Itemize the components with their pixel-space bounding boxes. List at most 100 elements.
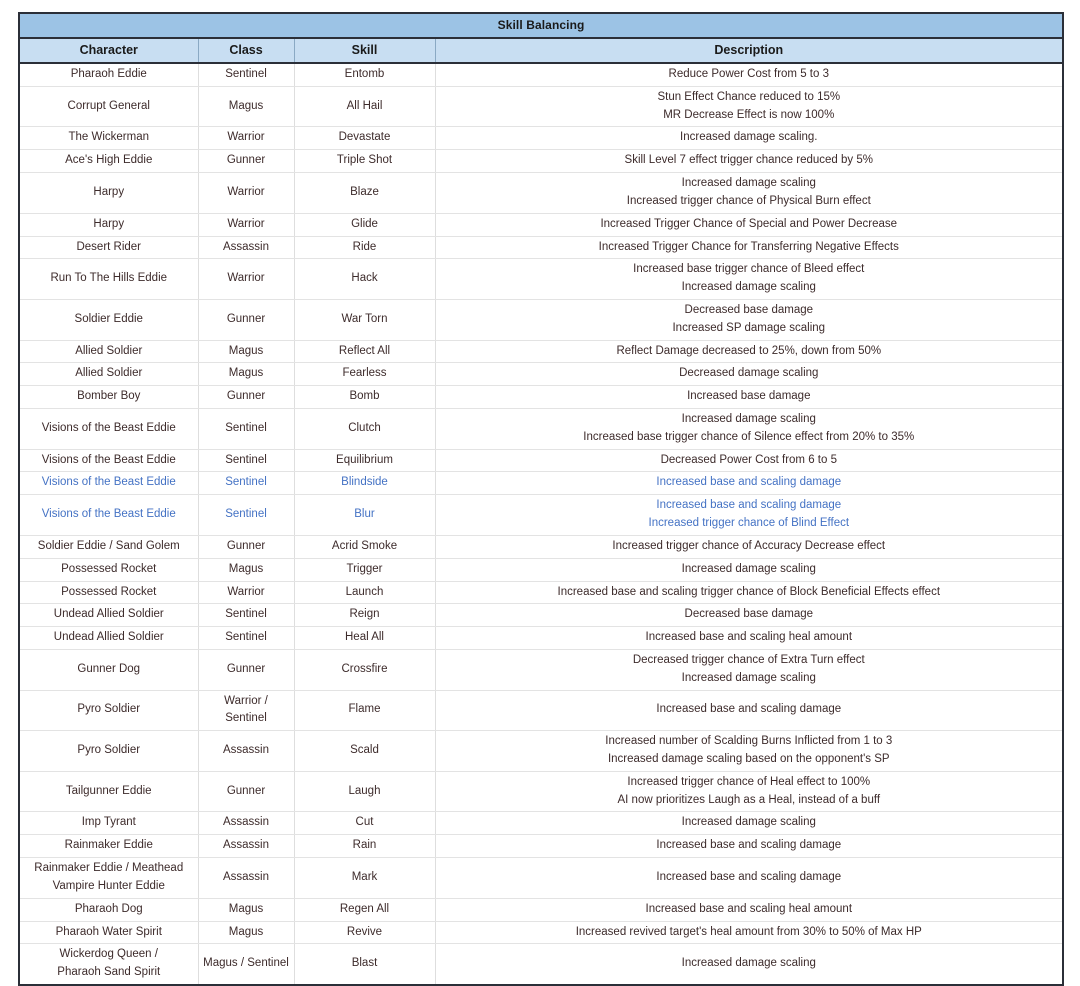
cell-skill: Trigger	[294, 558, 435, 581]
cell-skill: Blast	[294, 944, 435, 985]
cell-skill: Ride	[294, 236, 435, 259]
cell-description: Increased damage scaling.	[435, 127, 1063, 150]
cell-description: Increased trigger chance of Heal effect …	[435, 771, 1063, 812]
cell-character: Pharaoh Dog	[19, 898, 198, 921]
cell-description: Increased damage scaling Increased base …	[435, 409, 1063, 450]
cell-skill: Blindside	[294, 472, 435, 495]
cell-description: Increased base and scaling trigger chanc…	[435, 581, 1063, 604]
cell-character: Pharaoh Eddie	[19, 63, 198, 86]
cell-skill: Equilibrium	[294, 449, 435, 472]
cell-description: Decreased damage scaling	[435, 363, 1063, 386]
cell-skill: Reign	[294, 604, 435, 627]
cell-skill: Reflect All	[294, 340, 435, 363]
table-row: Undead Allied SoldierSentinelHeal AllInc…	[19, 627, 1063, 650]
table-row: Soldier Eddie / Sand GolemGunnerAcrid Sm…	[19, 535, 1063, 558]
cell-class: Gunner	[198, 535, 294, 558]
cell-class: Gunner	[198, 649, 294, 690]
cell-class: Warrior	[198, 127, 294, 150]
cell-character: Visions of the Beast Eddie	[19, 409, 198, 450]
table-row: Imp TyrantAssassinCutIncreased damage sc…	[19, 812, 1063, 835]
cell-class: Magus	[198, 340, 294, 363]
skill-balancing-table: Skill Balancing Character Class Skill De…	[18, 12, 1064, 986]
cell-character: Undead Allied Soldier	[19, 627, 198, 650]
cell-skill: War Torn	[294, 299, 435, 340]
cell-class: Sentinel	[198, 63, 294, 86]
cell-description: Stun Effect Chance reduced to 15% MR Dec…	[435, 86, 1063, 127]
table-row: Possessed RocketMagusTriggerIncreased da…	[19, 558, 1063, 581]
column-header-class: Class	[198, 38, 294, 63]
cell-skill: Laugh	[294, 771, 435, 812]
cell-skill: Glide	[294, 213, 435, 236]
cell-class: Assassin	[198, 858, 294, 899]
cell-skill: Blaze	[294, 173, 435, 214]
cell-class: Sentinel	[198, 627, 294, 650]
cell-class: Warrior	[198, 259, 294, 300]
table-header-row: Character Class Skill Description	[19, 38, 1063, 63]
cell-character: Bomber Boy	[19, 386, 198, 409]
cell-class: Sentinel	[198, 409, 294, 450]
cell-skill: Triple Shot	[294, 150, 435, 173]
cell-skill: Launch	[294, 581, 435, 604]
cell-description: Skill Level 7 effect trigger chance redu…	[435, 150, 1063, 173]
cell-skill: Bomb	[294, 386, 435, 409]
cell-class: Sentinel	[198, 495, 294, 536]
cell-class: Magus	[198, 921, 294, 944]
cell-class: Warrior	[198, 213, 294, 236]
cell-description: Decreased base damage	[435, 604, 1063, 627]
cell-description: Increased Trigger Chance of Special and …	[435, 213, 1063, 236]
table-row: Pharaoh Water SpiritMagusReviveIncreased…	[19, 921, 1063, 944]
cell-character: Pyro Soldier	[19, 690, 198, 731]
cell-character: Rainmaker Eddie	[19, 835, 198, 858]
cell-class: Gunner	[198, 150, 294, 173]
table-title-row: Skill Balancing	[19, 13, 1063, 38]
table-row: Visions of the Beast EddieSentinelBlinds…	[19, 472, 1063, 495]
cell-description: Increased damage scaling	[435, 944, 1063, 985]
cell-character: Visions of the Beast Eddie	[19, 495, 198, 536]
cell-description: Increased base damage	[435, 386, 1063, 409]
cell-skill: Devastate	[294, 127, 435, 150]
cell-description: Reflect Damage decreased to 25%, down fr…	[435, 340, 1063, 363]
cell-character: Undead Allied Soldier	[19, 604, 198, 627]
table-row: Pyro SoldierAssassinScaldIncreased numbe…	[19, 731, 1063, 772]
cell-skill: Flame	[294, 690, 435, 731]
table-row: Soldier EddieGunnerWar TornDecreased bas…	[19, 299, 1063, 340]
cell-class: Assassin	[198, 812, 294, 835]
cell-class: Warrior	[198, 173, 294, 214]
table-row: Pyro SoldierWarrior / SentinelFlameIncre…	[19, 690, 1063, 731]
table-body: Pharaoh EddieSentinelEntombReduce Power …	[19, 63, 1063, 985]
cell-skill: Clutch	[294, 409, 435, 450]
cell-skill: Acrid Smoke	[294, 535, 435, 558]
cell-skill: Cut	[294, 812, 435, 835]
cell-description: Increased base and scaling damage	[435, 472, 1063, 495]
cell-description: Decreased Power Cost from 6 to 5	[435, 449, 1063, 472]
cell-character: Rainmaker Eddie / Meathead Vampire Hunte…	[19, 858, 198, 899]
table-row: Ace's High EddieGunnerTriple ShotSkill L…	[19, 150, 1063, 173]
cell-skill: Mark	[294, 858, 435, 899]
table-row: Corrupt GeneralMagusAll HailStun Effect …	[19, 86, 1063, 127]
table-title: Skill Balancing	[19, 13, 1063, 38]
table-row: Desert RiderAssassinRideIncreased Trigge…	[19, 236, 1063, 259]
cell-character: Gunner Dog	[19, 649, 198, 690]
cell-description: Decreased base damage Increased SP damag…	[435, 299, 1063, 340]
cell-character: Visions of the Beast Eddie	[19, 449, 198, 472]
cell-skill: Scald	[294, 731, 435, 772]
table-row: Run To The Hills EddieWarriorHackIncreas…	[19, 259, 1063, 300]
table-row: Wickerdog Queen / Pharaoh Sand SpiritMag…	[19, 944, 1063, 985]
cell-character: Harpy	[19, 213, 198, 236]
cell-class: Magus	[198, 86, 294, 127]
table-row: Gunner DogGunnerCrossfireDecreased trigg…	[19, 649, 1063, 690]
cell-character: Soldier Eddie / Sand Golem	[19, 535, 198, 558]
cell-description: Increased trigger chance of Accuracy Dec…	[435, 535, 1063, 558]
cell-class: Assassin	[198, 731, 294, 772]
table-row: The WickermanWarriorDevastateIncreased d…	[19, 127, 1063, 150]
cell-description: Increased Trigger Chance for Transferrin…	[435, 236, 1063, 259]
table-row: Bomber BoyGunnerBombIncreased base damag…	[19, 386, 1063, 409]
cell-character: Soldier Eddie	[19, 299, 198, 340]
table-row: Pharaoh EddieSentinelEntombReduce Power …	[19, 63, 1063, 86]
cell-character: Possessed Rocket	[19, 558, 198, 581]
cell-class: Gunner	[198, 386, 294, 409]
cell-description: Increased base and scaling heal amount	[435, 898, 1063, 921]
cell-description: Increased base and scaling damage	[435, 858, 1063, 899]
cell-description: Increased number of Scalding Burns Infli…	[435, 731, 1063, 772]
table-row: Tailgunner EddieGunnerLaughIncreased tri…	[19, 771, 1063, 812]
